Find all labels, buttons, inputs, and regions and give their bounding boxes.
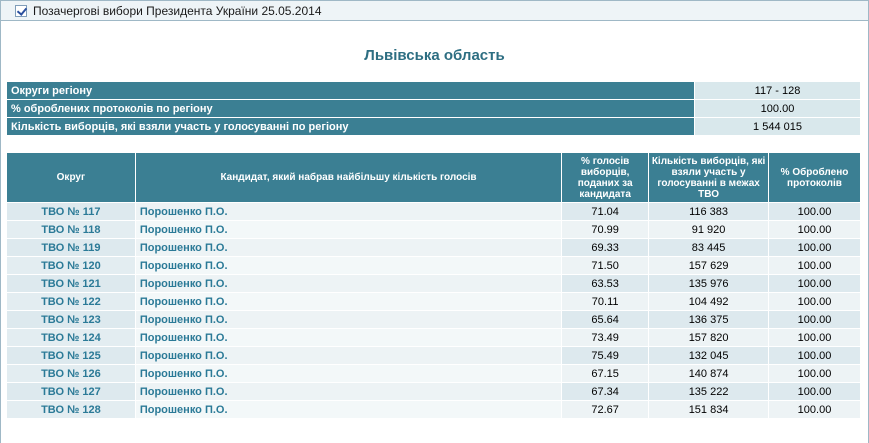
processed-percent-cell: 100.00 <box>768 274 861 293</box>
table-row: ТВО № 124 Порошенко П.О. 73.49 157 820 100.0… <box>6 328 861 347</box>
district-link[interactable]: ТВО № 125 <box>6 346 136 365</box>
vote-percent-cell: 75.49 <box>561 346 650 365</box>
summary-value: 1 544 015 <box>694 117 861 136</box>
vote-percent-cell: 69.33 <box>561 238 650 257</box>
district-results-table: Округ Кандидат, який набрав найбільшу кі… <box>6 152 861 419</box>
district-link[interactable]: ТВО № 122 <box>6 292 136 311</box>
candidate-link[interactable]: Порошенко П.О. <box>134 238 563 257</box>
vote-percent-cell: 63.53 <box>561 274 650 293</box>
voters-count-cell: 135 222 <box>648 382 770 401</box>
candidate-link[interactable]: Порошенко П.О. <box>134 202 563 221</box>
processed-percent-cell: 100.00 <box>768 382 861 401</box>
candidate-link[interactable]: Порошенко П.О. <box>134 346 563 365</box>
processed-percent-cell: 100.00 <box>768 292 861 311</box>
voters-count-cell: 151 834 <box>648 400 770 419</box>
summary-row: % оброблених протоколів по регіону 100.0… <box>6 99 861 118</box>
table-row: ТВО № 128 Порошенко П.О. 72.67 151 834 100.0… <box>6 400 861 419</box>
vote-percent-cell: 70.99 <box>561 220 650 239</box>
district-link[interactable]: ТВО № 117 <box>6 202 136 221</box>
table-row: ТВО № 122 Порошенко П.О. 70.11 104 492 100.0… <box>6 292 861 311</box>
district-link[interactable]: ТВО № 120 <box>6 256 136 275</box>
district-link[interactable]: ТВО № 127 <box>6 382 136 401</box>
processed-percent-cell: 100.00 <box>768 220 861 239</box>
table-row: ТВО № 125 Порошенко П.О. 75.49 132 045 100.0… <box>6 346 861 365</box>
processed-percent-cell: 100.00 <box>768 328 861 347</box>
table-row: ТВО № 126 Порошенко П.О. 67.15 140 874 100.0… <box>6 364 861 383</box>
district-link[interactable]: ТВО № 123 <box>6 310 136 329</box>
candidate-link[interactable]: Порошенко П.О. <box>134 364 563 383</box>
table-row: ТВО № 123 Порошенко П.О. 65.64 136 375 100.0… <box>6 310 861 329</box>
summary-row: Округи регіону 117 - 128 <box>6 81 861 100</box>
table-body: ТВО № 117 Порошенко П.О. 71.04 116 383 100.0… <box>6 202 861 419</box>
column-header-processed[interactable]: % Оброблено протоколів <box>768 152 861 203</box>
table-row: ТВО № 118 Порошенко П.О. 70.99 91 920 100.00 <box>6 220 861 239</box>
vote-percent-cell: 71.50 <box>561 256 650 275</box>
processed-percent-cell: 100.00 <box>768 238 861 257</box>
vote-percent-cell: 65.64 <box>561 310 650 329</box>
vote-percent-cell: 73.49 <box>561 328 650 347</box>
table-row: ТВО № 127 Порошенко П.О. 67.34 135 222 100.0… <box>6 382 861 401</box>
election-header-bar: Позачергові вибори Президента України 25… <box>0 0 869 21</box>
candidate-link[interactable]: Порошенко П.О. <box>134 220 563 239</box>
candidate-link[interactable]: Порошенко П.О. <box>134 400 563 419</box>
candidate-link[interactable]: Порошенко П.О. <box>134 310 563 329</box>
processed-percent-cell: 100.00 <box>768 256 861 275</box>
voters-count-cell: 157 629 <box>648 256 770 275</box>
table-row: ТВО № 119 Порошенко П.О. 69.33 83 445 100.00 <box>6 238 861 257</box>
vote-percent-cell: 67.34 <box>561 382 650 401</box>
candidate-link[interactable]: Порошенко П.О. <box>134 382 563 401</box>
table-row: ТВО № 121 Порошенко П.О. 63.53 135 976 100.0… <box>6 274 861 293</box>
voters-count-cell: 104 492 <box>648 292 770 311</box>
district-link[interactable]: ТВО № 126 <box>6 364 136 383</box>
voters-count-cell: 135 976 <box>648 274 770 293</box>
summary-label: % оброблених протоколів по регіону <box>6 99 695 118</box>
processed-percent-cell: 100.00 <box>768 400 861 419</box>
district-link[interactable]: ТВО № 124 <box>6 328 136 347</box>
column-header-okrug[interactable]: Округ <box>6 152 136 203</box>
candidate-link[interactable]: Порошенко П.О. <box>134 274 563 293</box>
vote-percent-cell: 67.15 <box>561 364 650 383</box>
column-header-candidate[interactable]: Кандидат, який набрав найбільшу кількіст… <box>134 152 563 203</box>
processed-percent-cell: 100.00 <box>768 202 861 221</box>
district-link[interactable]: ТВО № 128 <box>6 400 136 419</box>
vote-percent-cell: 71.04 <box>561 202 650 221</box>
processed-percent-cell: 100.00 <box>768 310 861 329</box>
district-link[interactable]: ТВО № 121 <box>6 274 136 293</box>
voters-count-cell: 157 820 <box>648 328 770 347</box>
column-header-percent[interactable]: % голосів виборців, поданих за кандидата <box>561 152 650 203</box>
election-checkbox[interactable] <box>15 4 27 17</box>
voters-count-cell: 83 445 <box>648 238 770 257</box>
voters-count-cell: 140 874 <box>648 364 770 383</box>
voters-count-cell: 132 045 <box>648 346 770 365</box>
processed-percent-cell: 100.00 <box>768 346 861 365</box>
voters-count-cell: 91 920 <box>648 220 770 239</box>
candidate-link[interactable]: Порошенко П.О. <box>134 292 563 311</box>
region-title: Львівська область <box>364 47 505 64</box>
region-summary-table: Округи регіону 117 - 128 % оброблених пр… <box>6 81 861 136</box>
district-link[interactable]: ТВО № 119 <box>6 238 136 257</box>
table-row: ТВО № 117 Порошенко П.О. 71.04 116 383 100.0… <box>6 202 861 221</box>
table-header-row: Округ Кандидат, який набрав найбільшу кі… <box>6 152 861 203</box>
candidate-link[interactable]: Порошенко П.О. <box>134 328 563 347</box>
summary-label: Округи регіону <box>6 81 695 100</box>
voters-count-cell: 136 375 <box>648 310 770 329</box>
vote-percent-cell: 72.67 <box>561 400 650 419</box>
candidate-link[interactable]: Порошенко П.О. <box>134 256 563 275</box>
election-title: Позачергові вибори Президента України 25… <box>33 3 322 18</box>
summary-value: 117 - 128 <box>694 81 861 100</box>
column-header-voters[interactable]: Кількість виборців, які взяли участь у г… <box>648 152 770 203</box>
voters-count-cell: 116 383 <box>648 202 770 221</box>
summary-value: 100.00 <box>694 99 861 118</box>
vote-percent-cell: 70.11 <box>561 292 650 311</box>
table-row: ТВО № 120 Порошенко П.О. 71.50 157 629 100.0… <box>6 256 861 275</box>
summary-row: Кількість виборців, які взяли участь у г… <box>6 117 861 136</box>
district-link[interactable]: ТВО № 118 <box>6 220 136 239</box>
processed-percent-cell: 100.00 <box>768 364 861 383</box>
summary-label: Кількість виборців, які взяли участь у г… <box>6 117 695 136</box>
